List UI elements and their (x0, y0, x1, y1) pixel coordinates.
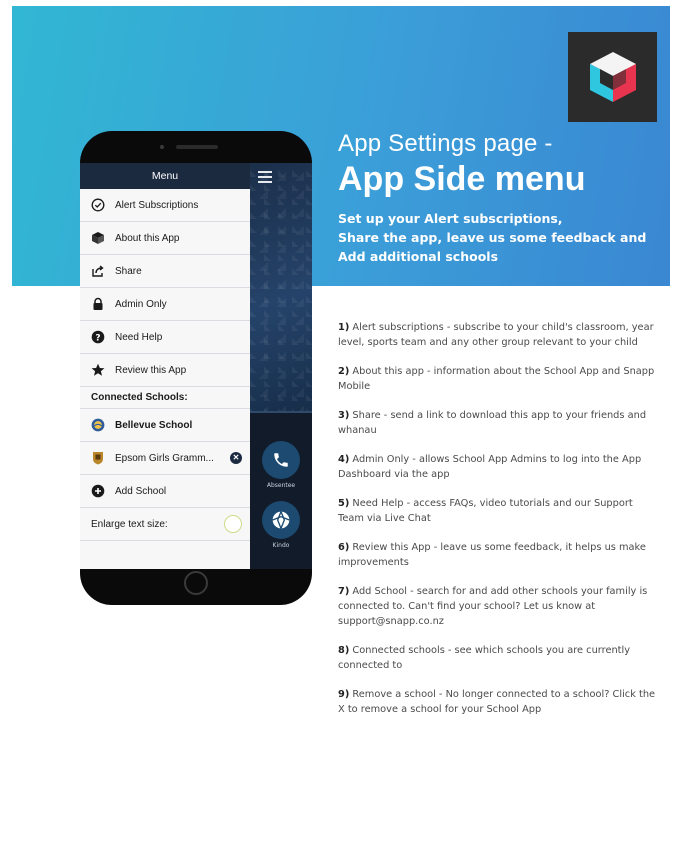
menu-item-label: Review this App (115, 364, 187, 376)
feature-note: 1) Alert subscriptions - subscribe to yo… (338, 320, 658, 350)
feature-note: 5) Need Help - access FAQs, video tutori… (338, 496, 658, 526)
kindo-button[interactable] (262, 501, 300, 539)
note-number: 5) (338, 498, 350, 509)
feature-note: 4) Admin Only - allows School App Admins… (338, 452, 658, 482)
school-item-epsom[interactable]: Epsom Girls Gramm... ✕ (80, 442, 250, 475)
help-icon: ? (91, 330, 105, 344)
school-name: Epsom Girls Gramm... (115, 452, 214, 464)
note-number: 1) (338, 322, 350, 333)
menu-item-about[interactable]: About this App (80, 222, 250, 255)
menu-item-label: Alert Subscriptions (115, 199, 199, 211)
menu-item-help[interactable]: ? Need Help (80, 321, 250, 354)
plus-circle-icon (91, 484, 105, 498)
kindo-icon (272, 511, 290, 529)
note-text: Share - send a link to download this app… (338, 410, 647, 436)
note-number: 6) (338, 542, 350, 553)
menu-item-label: Share (115, 265, 142, 277)
menu-item-share[interactable]: Share (80, 255, 250, 288)
svg-text:?: ? (95, 333, 100, 343)
note-text: Connected schools - see which schools yo… (338, 645, 631, 671)
enlarge-text-row: Enlarge text size: (80, 508, 250, 541)
note-number: 9) (338, 689, 350, 700)
note-number: 2) (338, 366, 350, 377)
feature-note: 3) Share - send a link to download this … (338, 408, 658, 438)
note-number: 8) (338, 645, 350, 656)
home-button[interactable] (184, 571, 208, 595)
tagline-line: Share the app, leave us some feedback an… (338, 230, 647, 245)
enlarge-text-label: Enlarge text size: (91, 518, 168, 530)
menu-item-alert-subscriptions[interactable]: Alert Subscriptions (80, 189, 250, 222)
note-text: Add School - search for and add other sc… (338, 586, 648, 627)
note-text: Admin Only - allows School App Admins to… (338, 454, 642, 480)
connected-schools-heading: Connected Schools: (80, 387, 250, 409)
feature-note: 7) Add School - search for and add other… (338, 584, 658, 629)
note-text: About this app - information about the S… (338, 366, 655, 392)
school-badge-icon (91, 418, 105, 432)
note-number: 4) (338, 454, 350, 465)
menu-header: Menu (80, 163, 250, 189)
absentee-button[interactable] (262, 441, 300, 479)
side-menu: Menu Alert Subscriptions About this App … (80, 163, 250, 569)
app-logo (568, 32, 657, 122)
hamburger-menu-icon[interactable] (258, 171, 272, 186)
note-number: 7) (338, 586, 350, 597)
feature-note: 9) Remove a school - No longer connected… (338, 687, 658, 717)
menu-item-label: Admin Only (115, 298, 167, 310)
menu-item-admin[interactable]: Admin Only (80, 288, 250, 321)
cube-icon (91, 231, 105, 245)
cube-logo-icon (589, 52, 636, 102)
feature-note: 6) Review this App - leave us some feedb… (338, 540, 658, 570)
page-subtitle: App Settings page - (338, 130, 553, 157)
enlarge-text-toggle[interactable] (224, 515, 242, 533)
menu-item-review[interactable]: Review this App (80, 354, 250, 387)
feature-note: 8) Connected schools - see which schools… (338, 643, 658, 673)
school-crest-icon (91, 451, 105, 465)
page-title: App Side menu (338, 160, 586, 198)
phone-speaker (176, 145, 218, 149)
school-item-bellevue[interactable]: Bellevue School (80, 409, 250, 442)
note-text: Remove a school - No longer connected to… (338, 689, 656, 715)
note-text: Review this App - leave us some feedback… (338, 542, 646, 568)
tagline-line: Set up your Alert subscriptions, (338, 211, 563, 226)
add-school-button[interactable]: Add School (80, 475, 250, 508)
note-number: 3) (338, 410, 350, 421)
add-school-label: Add School (115, 485, 167, 497)
note-text: Need Help - access FAQs, video tutorials… (338, 498, 633, 524)
note-text: Alert subscriptions - subscribe to your … (338, 322, 654, 348)
lock-icon (91, 297, 105, 311)
tagline-line: Add additional schools (338, 249, 499, 264)
share-icon (91, 264, 105, 278)
feature-notes: 1) Alert subscriptions - subscribe to yo… (338, 320, 658, 731)
heading-block: App Settings page - App Side menu Set up… (338, 130, 658, 266)
absentee-label: Absentee (266, 482, 296, 489)
kindo-label: Kindo (272, 542, 290, 549)
phone-icon (274, 453, 288, 467)
star-icon (91, 363, 105, 377)
tagline: Set up your Alert subscriptions, Share t… (338, 209, 658, 266)
menu-item-label: About this App (115, 232, 180, 244)
phone-screen: Absentee Kindo Menu Alert Subscriptions … (80, 163, 312, 569)
check-circle-icon (91, 198, 105, 212)
camera-dot (160, 145, 164, 149)
feature-note: 2) About this app - information about th… (338, 364, 658, 394)
remove-school-icon[interactable]: ✕ (230, 452, 242, 464)
menu-item-label: Need Help (115, 331, 163, 343)
school-name: Bellevue School (115, 419, 193, 431)
